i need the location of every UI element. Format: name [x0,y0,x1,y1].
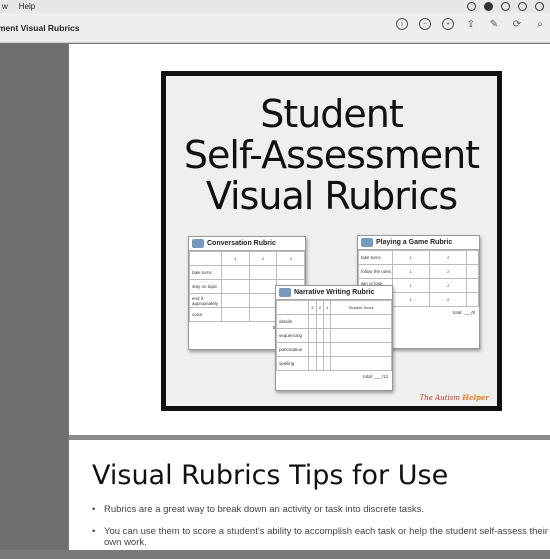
zoom-out-icon[interactable]: − [419,18,431,30]
brand-logo: The Autism Helper [419,393,489,402]
list-item: Rubrics are a great way to break down an… [92,504,550,515]
conversation-icon [192,239,204,248]
narrative-rubric-card: Narrative Writing Rubric 3 2 1 Student Scor… [275,285,393,391]
game-rubric-title: Playing a Game Rubric [376,239,453,246]
pdf-page-1: Student Self-Assessment Visual Rubrics C… [69,44,550,435]
markup-icon[interactable]: ✎ [488,18,500,30]
narrative-total: total: ___/12 [363,374,388,379]
status-app-icon[interactable] [484,2,493,11]
status-cloud-icon[interactable] [518,2,527,11]
cover-title-line: Student [260,92,404,136]
menu-bar: w Help [0,0,550,13]
search-icon[interactable]: ⌕ [534,18,546,30]
menu-window[interactable]: w [2,2,8,11]
pencil-icon [279,288,291,297]
thumbnail-sidebar[interactable] [0,44,68,550]
narrative-rubric-table: 3 2 1 Student Score details sequencing punc… [275,300,392,371]
status-record-icon[interactable] [467,2,476,11]
info-icon[interactable]: i [396,18,408,30]
cover-title-line: Self-Assessment [183,133,480,177]
status-icons [467,2,550,11]
cover-image: Student Self-Assessment Visual Rubrics C… [161,71,502,411]
toolbar: i − + ⇪ ✎ ⟳ ⌕ [396,18,546,30]
pdf-page-2: Visual Rubrics Tips for Use Rubrics are … [69,440,550,550]
share-icon[interactable]: ⇪ [465,18,477,30]
game-rubric-header: Playing a Game Rubric [358,236,479,250]
window-title: ment Visual Rubrics [0,22,80,33]
status-display-icon[interactable] [535,2,544,11]
conversation-rubric-title: Conversation Rubric [207,240,276,247]
narrative-rubric-header: Narrative Writing Rubric [276,286,392,300]
tips-list: Rubrics are a great way to break down an… [92,504,550,559]
status-sync-icon[interactable] [501,2,510,11]
menu-help[interactable]: Help [19,2,35,11]
section-heading: Visual Rubrics Tips for Use [92,460,449,491]
rotate-icon[interactable]: ⟳ [511,18,523,30]
list-item: You can use them to score a student's ab… [92,526,550,548]
cover-title-line: Visual Rubrics [205,174,458,218]
zoom-in-icon[interactable]: + [442,18,454,30]
cover-title: Student Self-Assessment Visual Rubrics [166,94,497,217]
narrative-rubric-title: Narrative Writing Rubric [294,289,375,296]
conversation-rubric-header: Conversation Rubric [189,237,305,251]
game-icon [361,238,373,247]
